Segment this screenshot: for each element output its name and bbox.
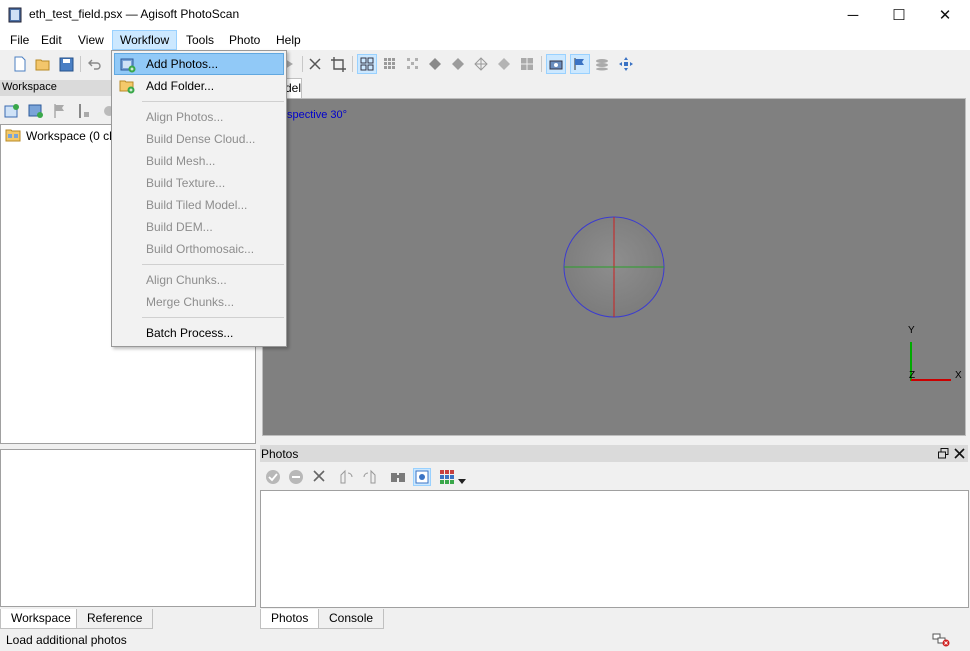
add-chunk-icon[interactable] [4,103,20,119]
toolbar-separator [302,56,303,72]
x-axis-label: X [955,370,962,381]
show-region-icon[interactable] [592,54,612,74]
menu-separator [142,264,284,265]
close-pane-icon[interactable] [954,448,965,459]
app-icon [8,7,22,23]
workspace-tree-root[interactable]: Workspace (0 ch [26,129,116,143]
menu-view[interactable]: View [71,30,111,50]
menu-item-align-chunks: Align Chunks... [146,273,227,287]
tiled-model-icon[interactable] [517,54,537,74]
menu-item-build-orthomosaic: Build Orthomosaic... [146,242,255,256]
photos-list[interactable] [260,490,969,608]
remove-camera-icon[interactable] [312,469,326,485]
view-mode-icon[interactable] [439,469,455,485]
tab-console[interactable]: Console [318,609,385,629]
menu-item-label: Add Photos... [146,57,219,71]
menu-bar: File Edit View Workflow Tools Photo Help [0,30,970,50]
navigation-icon[interactable] [616,54,636,74]
undock-icon[interactable] [938,448,949,459]
menu-item-build-mesh: Build Mesh... [146,154,216,168]
add-photos-icon [120,57,136,73]
z-axis-label: Z [909,370,916,381]
menu-item-add-folder[interactable]: Add Folder... [114,75,284,97]
menu-item-build-dense-cloud: Build Dense Cloud... [146,132,256,146]
save-icon[interactable] [56,54,76,74]
menu-item-build-texture: Build Texture... [146,176,226,190]
add-scalebar-icon[interactable] [76,103,92,119]
delete-selection-icon[interactable] [305,54,325,74]
menu-separator [142,317,284,318]
show-cameras-icon[interactable] [546,54,566,74]
title-bar: eth_test_field.psx — Agisoft PhotoScan ─… [0,0,970,30]
workflow-menu: Add Photos... Add Folder... Align Photos… [111,50,287,347]
menu-item-build-dem: Build DEM... [146,220,213,234]
workspace-folder-icon [5,128,21,142]
y-axis-label: Y [908,325,915,336]
menu-photo[interactable]: Photo [222,30,267,50]
menu-separator [142,101,284,102]
toolbar-separator [541,56,542,72]
status-bar: Load additional photos [0,630,970,651]
add-markers-icon[interactable] [52,103,68,119]
rotate-left-icon[interactable] [362,469,378,485]
toolbar-separator [352,56,353,72]
point-cloud-view-icon[interactable] [357,54,377,74]
reset-filter-icon[interactable] [413,468,431,486]
photos-pane-header: Photos [260,445,968,462]
status-text: Load additional photos [6,633,127,647]
menu-item-add-photos[interactable]: Add Photos... [114,53,284,75]
undo-icon[interactable] [85,54,105,74]
toolbar-separator [80,56,81,72]
show-markers-icon[interactable] [570,54,590,74]
tab-workspace[interactable]: Workspace [0,609,82,629]
add-photos-icon[interactable] [28,103,44,119]
window-title: eth_test_field.psx — Agisoft PhotoScan [29,7,240,21]
filter-photos-icon[interactable] [390,469,406,485]
model-viewport[interactable]: spective 30° Y X Z [262,98,966,436]
open-folder-icon[interactable] [33,54,53,74]
tab-model-label: del [285,81,302,95]
dense-cloud-classes-icon[interactable] [403,54,423,74]
menu-item-label: Add Folder... [146,79,215,93]
chevron-down-icon[interactable] [458,474,466,484]
maximize-button[interactable]: ☐ [876,0,922,30]
menu-item-batch-process[interactable]: Batch Process... [114,322,284,344]
solid-model-icon[interactable] [448,54,468,74]
minimize-button[interactable]: ─ [830,0,876,30]
menu-workflow[interactable]: Workflow [112,30,178,50]
crop-icon[interactable] [328,54,348,74]
photos-pane-title: Photos [261,447,299,461]
tab-reference[interactable]: Reference [76,609,154,629]
enable-camera-icon[interactable] [265,469,281,485]
menu-item-align-photos: Align Photos... [146,110,224,124]
disable-camera-icon[interactable] [288,469,304,485]
remove-items-icon[interactable] [99,103,114,119]
rotate-right-icon[interactable] [338,469,354,485]
textured-model-icon[interactable] [494,54,514,74]
add-folder-icon [119,78,135,94]
menu-edit[interactable]: Edit [34,30,69,50]
properties-pane [0,449,256,607]
network-status-icon[interactable] [932,633,950,647]
photos-toolbar [260,464,968,490]
new-document-icon[interactable] [10,54,30,74]
trackball[interactable] [263,99,965,435]
shaded-model-icon[interactable] [425,54,445,74]
tab-photos[interactable]: Photos [260,609,320,629]
menu-tools[interactable]: Tools [179,30,221,50]
wireframe-model-icon[interactable] [471,54,491,74]
close-button[interactable]: ✕ [922,0,968,30]
menu-help[interactable]: Help [269,30,308,50]
workspace-pane-title: Workspace [2,81,57,93]
menu-item-merge-chunks: Merge Chunks... [146,295,235,309]
dense-cloud-view-icon[interactable] [380,54,400,74]
menu-item-build-tiled-model: Build Tiled Model... [146,198,248,212]
menu-file[interactable]: File [3,30,36,50]
